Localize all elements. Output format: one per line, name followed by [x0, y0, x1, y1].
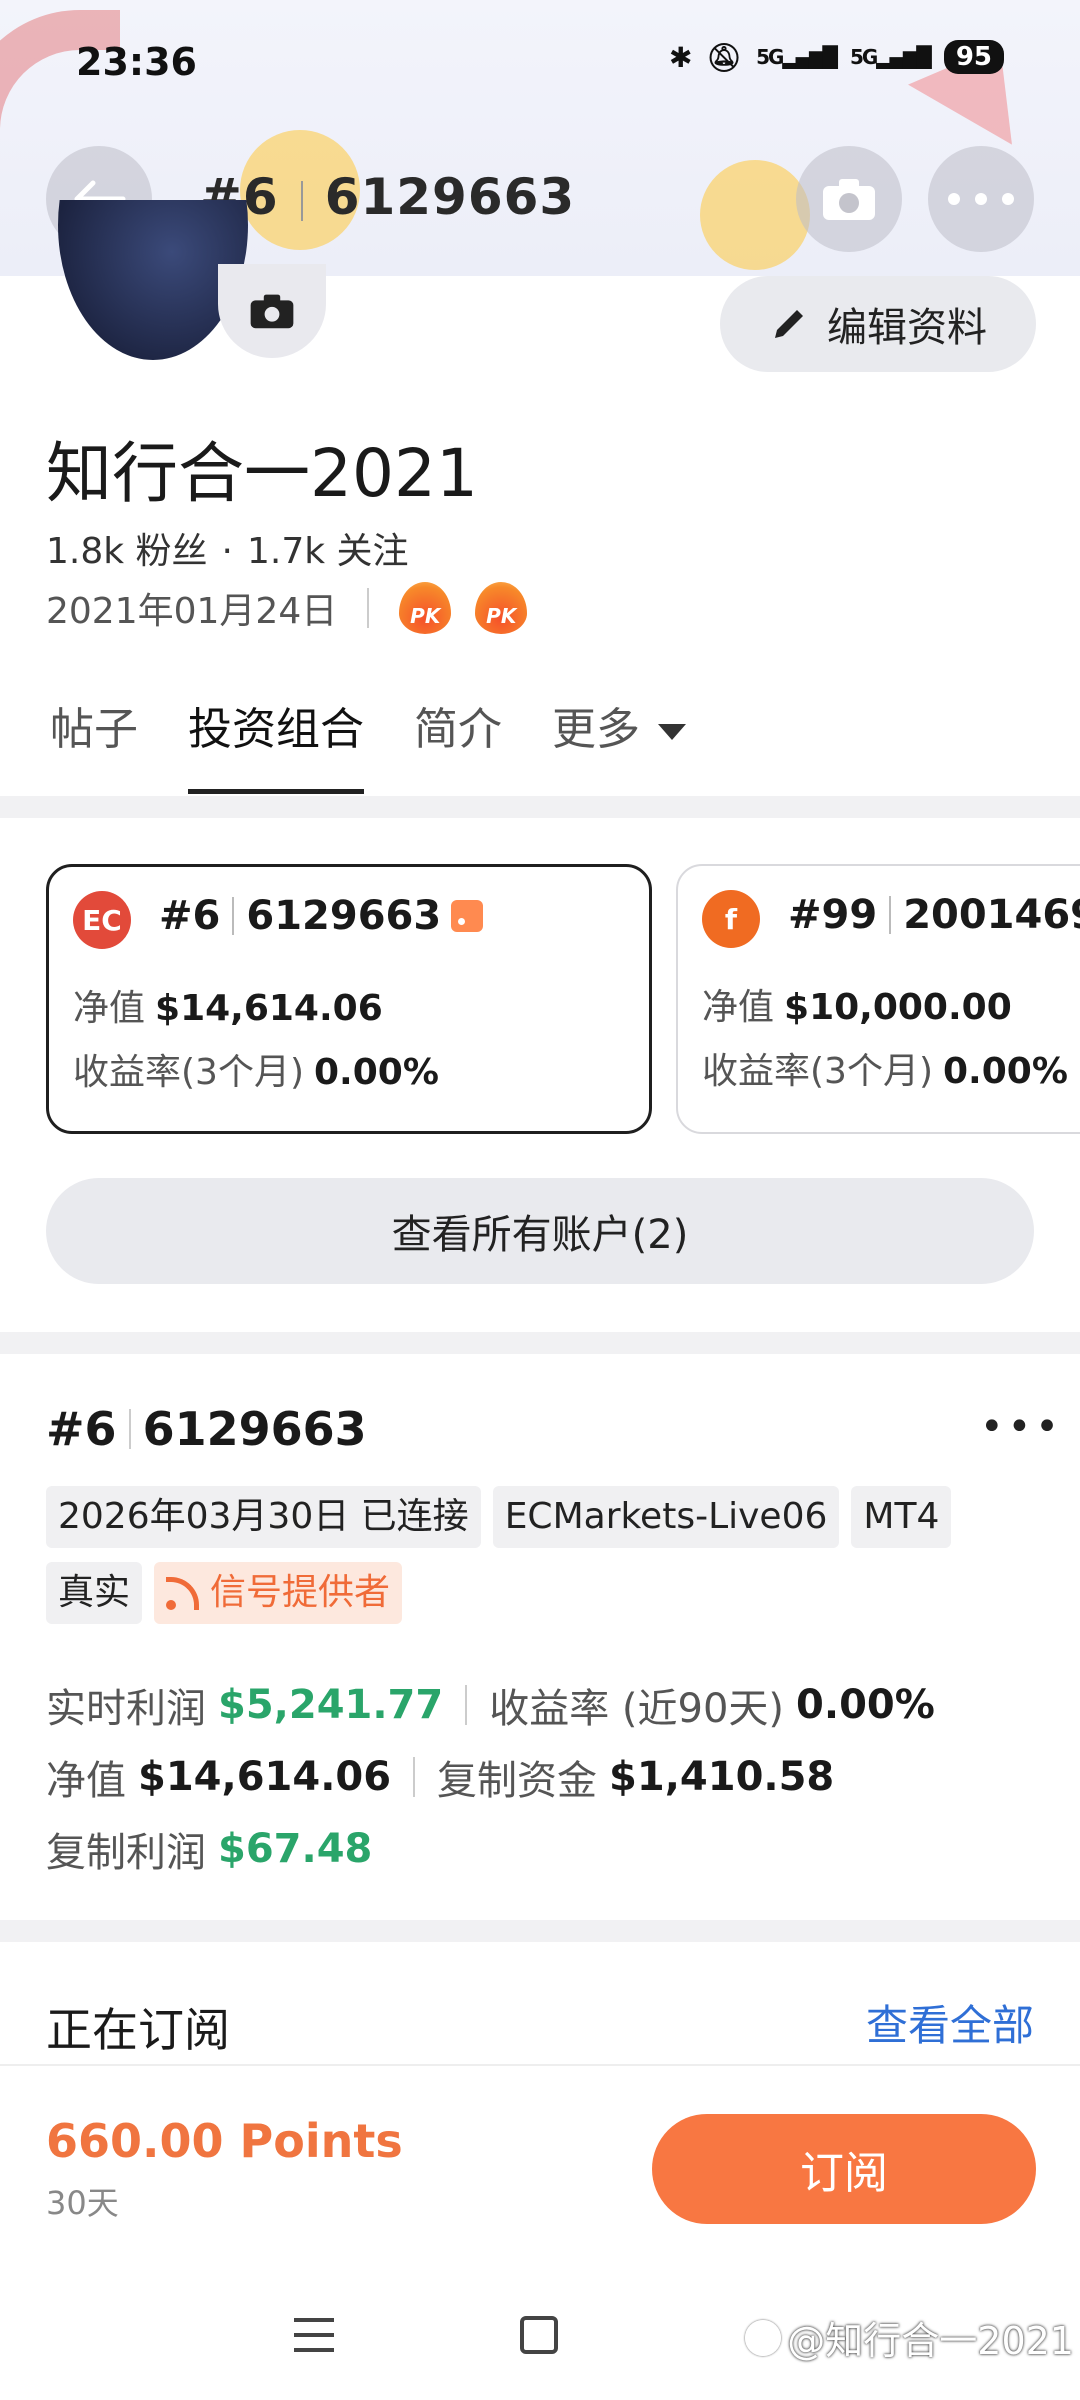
view-all-accounts-button[interactable]: 查看所有账户(2) [46, 1178, 1034, 1284]
cover-emoji-money [700, 160, 810, 270]
caret-down-icon [658, 724, 686, 740]
signal-5g-icon-2: 5G▂▄▆█ [849, 45, 932, 69]
profile-stats: 1.8k 粉丝 · 1.7k 关注 [46, 522, 409, 574]
detail-metrics-row: 复制利润 $67.48 [46, 1820, 372, 1878]
mute-bell-icon: 🔕︎ [706, 40, 743, 74]
view-all-subscriptions-link[interactable]: 查看全部 [866, 1992, 1034, 2053]
signal-provider-icon [451, 900, 484, 932]
tab-posts[interactable]: 帖子 [50, 690, 138, 800]
pencil-icon [775, 310, 803, 338]
join-row: 2021年01月24日 PK PK [46, 582, 551, 634]
detail-tags-row: 2026年03月30日 已连接 ECMarkets-Live06 MT4 [46, 1486, 1046, 1548]
more-dots-icon [948, 193, 1014, 205]
account-card[interactable]: EC #6 6129663 净值 $14,614.06 收益率(3个月) 0.00% [46, 864, 652, 1134]
equity-value: $14,614.06 [138, 1754, 392, 1800]
section-divider [0, 1920, 1080, 1942]
section-divider [0, 1332, 1080, 1354]
followers-count[interactable]: 1.8k 粉丝 [46, 531, 208, 572]
signal-provider-tag[interactable]: 信号提供者 [154, 1562, 403, 1624]
subscribe-bar: 660.00 Points 30天 订阅 [0, 2064, 1080, 2224]
header-account-number: 6129663 [324, 168, 576, 226]
status-time: 23:36 [76, 40, 197, 84]
join-date: 2021年01月24日 [46, 591, 338, 632]
account-return: 收益率(3个月) 0.00% [73, 1052, 439, 1093]
status-icons: ✱ 🔕︎ 5G▂▄▆█ 5G▂▄▆█ 95 [669, 40, 1004, 74]
subscription-duration: 30天 [46, 2184, 119, 2222]
detail-more-button[interactable]: ••• [980, 1404, 1063, 1450]
account-equity: 净值 $14,614.06 [73, 988, 383, 1029]
cover-camera-button[interactable] [796, 146, 902, 252]
camera-icon [250, 294, 294, 329]
subscription-price: 660.00 Points [46, 2114, 403, 2168]
tab-intro[interactable]: 简介 [414, 690, 502, 800]
detail-rank: #6 [46, 1402, 117, 1456]
rss-icon [166, 1576, 200, 1610]
edit-profile-button[interactable]: 编辑资料 [720, 276, 1036, 372]
ecmarkets-logo-icon: EC [73, 891, 131, 949]
tab-more[interactable]: 更多 [552, 690, 686, 800]
battery-icon: 95 [943, 40, 1004, 74]
detail-account-number: 6129663 [142, 1402, 367, 1456]
join-separator [367, 588, 370, 628]
status-bar: 23:36 ✱ 🔕︎ 5G▂▄▆█ 5G▂▄▆█ 95 [0, 0, 1080, 120]
account-cards: EC #6 6129663 净值 $14,614.06 收益率(3个月) 0.00% … [46, 864, 1080, 1134]
realtime-profit-value: $5,241.77 [218, 1682, 444, 1728]
account-rank: #6 [159, 893, 221, 939]
weibo-logo-icon [745, 2319, 782, 2356]
realtime-profit-label: 实时利润 [46, 1686, 206, 1732]
edit-profile-label: 编辑资料 [827, 305, 987, 351]
detail-metrics-row: 净值 $14,614.06 复制资金 $1,410.58 [46, 1748, 834, 1806]
pk-badge-icon[interactable]: PK [399, 582, 452, 634]
more-button[interactable] [928, 146, 1034, 252]
subscribing-title: 正在订阅 [46, 2003, 230, 2057]
account-return: 收益率(3个月) 0.00% [702, 1051, 1068, 1092]
watermark: @知行合一2021 [745, 2310, 1074, 2365]
camera-icon [823, 179, 875, 220]
platform-tag: MT4 [851, 1486, 952, 1548]
account-card-title: #6 6129663 [159, 893, 484, 939]
signal-5g-icon-1: 5G▂▄▆█ [756, 45, 838, 69]
broker-logo-icon: f [702, 890, 760, 948]
following-count[interactable]: 1.7k 关注 [247, 531, 409, 572]
account-equity: 净值 $10,000.00 [702, 987, 1012, 1028]
account-number: 20014693 [903, 892, 1080, 938]
signal-provider-label: 信号提供者 [210, 1572, 391, 1613]
copy-funds-value: $1,410.58 [609, 1754, 835, 1800]
stats-separator: · [221, 531, 233, 572]
return-90d-label: 收益率 (近90天) [489, 1686, 785, 1732]
header-separator [300, 180, 303, 221]
section-divider [0, 796, 1080, 818]
copy-profit-value: $67.48 [218, 1826, 373, 1872]
tab-portfolio[interactable]: 投资组合 [188, 690, 364, 800]
equity-label: 净值 [46, 1758, 126, 1804]
detail-metrics-row: 实时利润 $5,241.77 收益率 (近90天) 0.00% [46, 1676, 935, 1734]
real-account-tag: 真实 [46, 1562, 143, 1624]
account-rank: #99 [788, 892, 878, 938]
profile-tabs: 帖子 投资组合 简介 更多 [0, 690, 1080, 800]
connected-date-tag: 2026年03月30日 已连接 [46, 1486, 481, 1548]
watermark-text: @知行合一2021 [787, 2319, 1074, 2363]
account-detail-title: #6 6129663 [46, 1402, 367, 1456]
account-number: 6129663 [246, 893, 442, 939]
detail-tags-row: 真实 信号提供者 [46, 1562, 1046, 1624]
system-nav-bar: @知行合一2021 [0, 2260, 1080, 2400]
menu-icon[interactable] [294, 2318, 334, 2352]
server-tag: ECMarkets-Live06 [492, 1486, 840, 1548]
copy-profit-label: 复制利润 [46, 1830, 206, 1876]
bluetooth-icon: ✱ [669, 40, 693, 74]
header-title: #6 6129663 [200, 168, 575, 226]
return-90d-value: 0.00% [796, 1682, 935, 1728]
copy-funds-label: 复制资金 [437, 1758, 598, 1804]
home-icon[interactable] [520, 2316, 558, 2354]
profile-name: 知行合一2021 [46, 435, 478, 512]
subscribe-button[interactable]: 订阅 [652, 2114, 1036, 2224]
account-card[interactable]: f #99 20014693 净值$10,000.00 收益率(3个月)0.00% [676, 864, 1080, 1134]
pk-badge-icon[interactable]: PK [475, 582, 528, 634]
account-card-title: #99 20014693 [788, 892, 1080, 938]
